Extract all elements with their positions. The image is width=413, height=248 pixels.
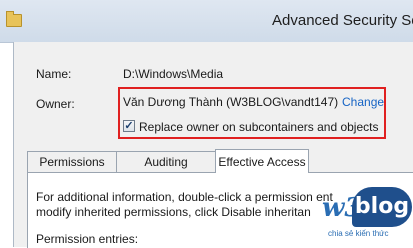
change-owner-link[interactable]: Change <box>342 95 384 109</box>
replace-owner-label[interactable]: Replace owner on subcontainers and objec… <box>139 120 378 134</box>
info-text-line1: For additional information, double-click… <box>36 190 333 204</box>
tab-effective-access[interactable]: Effective Access <box>215 149 309 173</box>
owner-label: Owner: <box>36 97 75 111</box>
tab-permissions[interactable]: Permissions <box>27 151 117 172</box>
folder-icon <box>6 11 22 27</box>
title-bar: Advanced Security Se <box>0 0 413 43</box>
permission-entries-label: Permission entries: <box>36 232 139 246</box>
owner-value: Văn Dương Thành (W3BLOG\vandt147) <box>123 95 339 109</box>
name-value: D:\Windows\Media <box>123 67 224 81</box>
watermark-slogan: chia sẻ kiến thức <box>328 229 389 238</box>
w3blog-watermark: w3 blog chia sẻ kiến thức <box>322 183 413 247</box>
name-label: Name: <box>36 67 72 81</box>
tab-auditing[interactable]: Auditing <box>116 151 216 172</box>
replace-owner-checkbox[interactable]: ✓ <box>123 120 135 132</box>
info-text-line2: modify inherited permissions, click Disa… <box>36 205 311 219</box>
window-title: Advanced Security Se <box>272 12 413 29</box>
watermark-blog-text: blog <box>352 187 412 227</box>
